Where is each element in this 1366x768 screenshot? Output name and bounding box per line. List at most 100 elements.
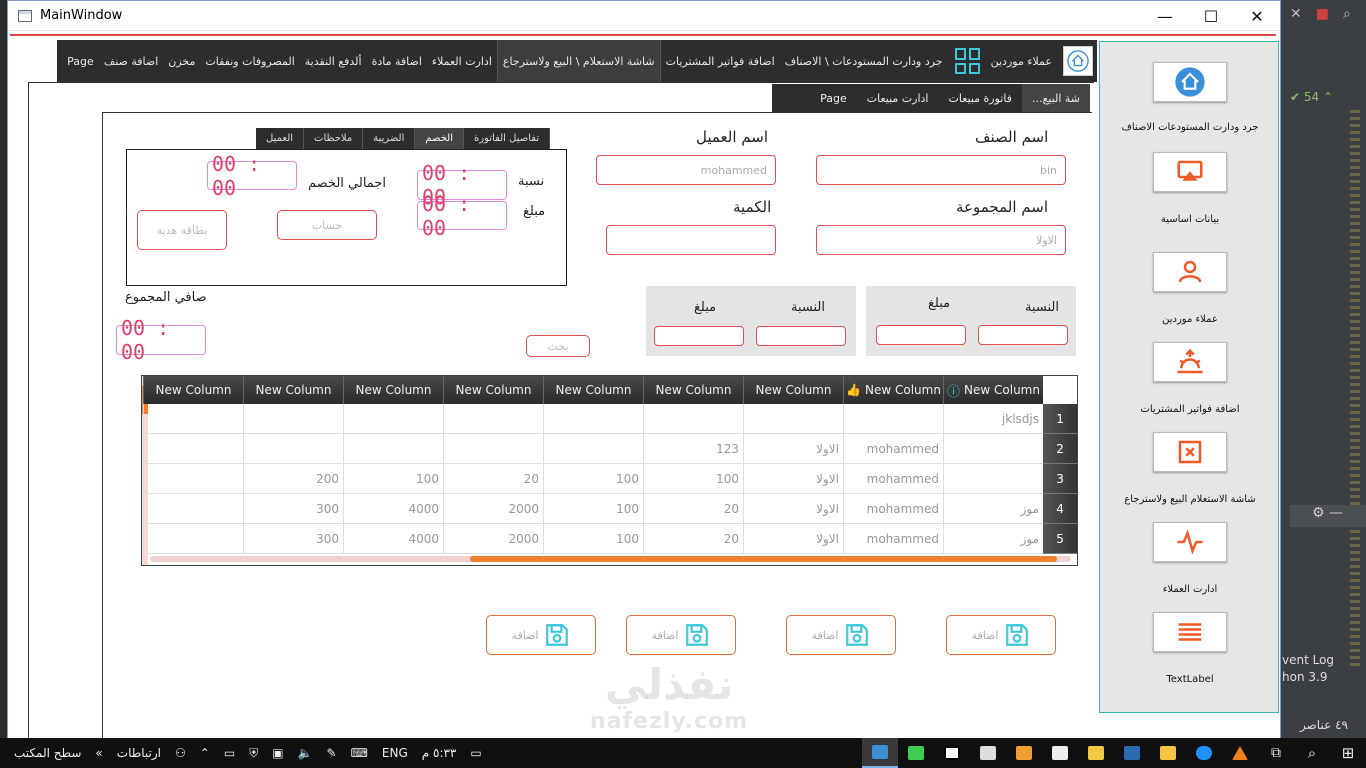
table-cell[interactable]: 200	[243, 464, 343, 494]
table-cell[interactable]	[343, 434, 443, 464]
table-cell[interactable]: 20	[443, 464, 543, 494]
double-chevron-icon[interactable]: »	[95, 746, 102, 760]
add-button-1[interactable]: اضافة	[946, 615, 1056, 655]
sidebar-item-customers[interactable]: عملاء موردين	[1100, 252, 1280, 325]
ide-gear-bar[interactable]: ⚙ —	[1290, 505, 1366, 527]
language-indicator[interactable]: ENG	[382, 746, 408, 760]
add-button-2[interactable]: اضافة	[786, 615, 896, 655]
data-table[interactable]: New Column ⓘ New Column 👍 New Column New C…	[141, 375, 1078, 566]
table-row[interactable]: 3 mohammed الاولا 100 100 20 100 200	[143, 464, 1077, 494]
search-button[interactable]: بحث	[526, 335, 590, 357]
table-cell[interactable]	[143, 404, 243, 434]
tab-sales-invoice[interactable]: فاتورة مبيعات	[939, 84, 1022, 112]
network-icon[interactable]: ▣	[272, 746, 283, 760]
table-row[interactable]: 5 موز mohammed الاولا 20 100 2000 4000 300	[143, 524, 1077, 554]
add-button-3[interactable]: اضافة	[626, 615, 736, 655]
table-cell[interactable]	[243, 434, 343, 464]
taskbar-app-explorer[interactable]	[1150, 738, 1186, 768]
nav-customer-management[interactable]: ادارت العملاء	[427, 40, 497, 82]
chevron-up-icon[interactable]: ⌃	[200, 746, 210, 760]
table-cell[interactable]	[143, 494, 243, 524]
nav-cash-payment[interactable]: ألدفع النقدية	[300, 40, 367, 82]
item-name-input[interactable]: bin	[816, 155, 1066, 185]
table-cell[interactable]	[443, 434, 543, 464]
taskbar-app-app[interactable]	[1114, 738, 1150, 768]
minimize-button[interactable]: —	[1142, 1, 1188, 31]
clock[interactable]: ٥:٣٣ م	[422, 746, 457, 760]
calculate-button[interactable]: حساب	[277, 210, 377, 240]
table-cell[interactable]: موز	[943, 494, 1043, 524]
home-icon[interactable]	[1063, 46, 1093, 76]
customer-name-input[interactable]: mohammed	[596, 155, 776, 185]
links-toolbar[interactable]: ارتباطات	[117, 746, 161, 760]
table-cell[interactable]: 100	[543, 494, 643, 524]
start-icon[interactable]: ⊞	[1330, 738, 1366, 768]
table-cell[interactable]: 4000	[343, 524, 443, 554]
nav-purchases[interactable]: اضافة فواتير المشتريات	[661, 40, 780, 82]
table-cell[interactable]	[143, 524, 243, 554]
table-cell[interactable]: الاولا	[743, 464, 843, 494]
sidebar-item-inventory[interactable]: جرد ودارت المستودعات الاصناف	[1100, 62, 1280, 133]
table-cell[interactable]: الاولا	[743, 494, 843, 524]
table-cell[interactable]	[743, 404, 843, 434]
total-discount-input[interactable]: 00 : 00	[207, 152, 297, 200]
table-cell[interactable]: 100	[543, 524, 643, 554]
table-cell[interactable]: 20	[643, 494, 743, 524]
ratio-input-1[interactable]	[978, 325, 1068, 345]
column-header[interactable]: New Column	[543, 376, 643, 404]
sidebar-item-textlabel[interactable]: TextLabel	[1100, 612, 1280, 685]
sidebar-item-purchases[interactable]: اضافة فواتير المشتريات	[1100, 342, 1280, 415]
pen-icon[interactable]: ✎	[327, 746, 337, 760]
nav-store[interactable]: مخزن	[163, 40, 200, 82]
column-header[interactable]: New Column	[343, 376, 443, 404]
taskbar-app-designer[interactable]	[862, 738, 898, 768]
amount-input-2[interactable]	[654, 326, 744, 346]
notification-icon[interactable]: ▭	[470, 746, 481, 760]
table-cell[interactable]: موز	[943, 524, 1043, 554]
table-cell[interactable]: 100	[343, 464, 443, 494]
table-row[interactable]: 4 موز mohammed الاولا 20 100 2000 4000 300	[143, 494, 1077, 524]
table-cell[interactable]	[343, 404, 443, 434]
table-cell[interactable]: mohammed	[843, 434, 943, 464]
tab-sales-screen[interactable]: شة البيع...	[1021, 84, 1090, 112]
table-cell[interactable]	[943, 434, 1043, 464]
sidebar-item-sales-query[interactable]: شاشة الاستعلام البيع ولاسترجاع	[1100, 432, 1280, 505]
row-header[interactable]: 4	[1043, 494, 1077, 524]
nav-add-item[interactable]: اضافة صنف	[99, 40, 163, 82]
table-cell[interactable]: الاولا	[743, 524, 843, 554]
column-header[interactable]: New Column	[443, 376, 543, 404]
table-cell[interactable]: الاولا	[743, 434, 843, 464]
taskbar-app-store[interactable]	[1078, 738, 1114, 768]
table-cell[interactable]: 2000	[443, 494, 543, 524]
table-cell[interactable]	[143, 434, 243, 464]
sidebar-item-customer-management[interactable]: ادارت العملاء	[1100, 522, 1280, 595]
group-name-input[interactable]: الاولا	[816, 225, 1066, 255]
table-cell[interactable]: mohammed	[843, 494, 943, 524]
tab-page[interactable]: Page	[810, 84, 857, 112]
table-cell[interactable]: 4000	[343, 494, 443, 524]
table-cell[interactable]: 100	[643, 464, 743, 494]
column-header[interactable]: New Column	[243, 376, 343, 404]
close-button[interactable]: ✕	[1234, 1, 1280, 31]
nav-inventory[interactable]: جرد ودارت المستودعات \ الاصناف	[780, 40, 948, 82]
table-cell[interactable]: 300	[243, 494, 343, 524]
tab-discount[interactable]: الخصم	[415, 128, 464, 149]
nav-customers-suppliers[interactable]: عملاء موردين	[986, 40, 1057, 82]
taskbar-app-vlc[interactable]	[1222, 738, 1258, 768]
table-cell[interactable]	[143, 464, 243, 494]
table-cell[interactable]	[243, 404, 343, 434]
table-row[interactable]: 2 mohammed الاولا 123	[143, 434, 1077, 464]
people-icon[interactable]: ⚇	[175, 746, 186, 760]
row-header[interactable]: 3	[1043, 464, 1077, 494]
table-cell[interactable]: 123	[643, 434, 743, 464]
tab-invoice-details[interactable]: تفاصيل الفاتورة	[464, 128, 551, 149]
ide-event-log[interactable]: vent Log hon 3.9	[1282, 652, 1334, 686]
table-cell[interactable]: 300	[243, 524, 343, 554]
column-header[interactable]: New Column	[643, 376, 743, 404]
gift-card-button[interactable]: بطاقة هدية	[137, 210, 227, 250]
taskbar-app-pycharm[interactable]	[934, 738, 970, 768]
quantity-input[interactable]	[606, 225, 776, 255]
ratio-input-2[interactable]	[756, 326, 846, 346]
row-header[interactable]: 2	[1043, 434, 1077, 464]
discount-amount-input[interactable]: 00 : 00	[417, 192, 507, 240]
